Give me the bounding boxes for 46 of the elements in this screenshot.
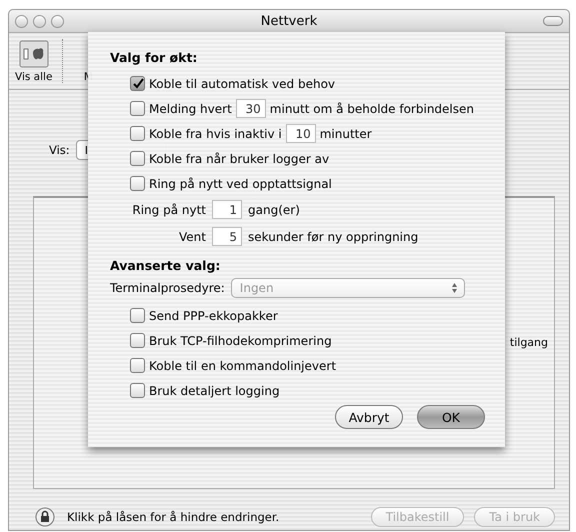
toolbar-button[interactable]: M bbox=[73, 40, 104, 83]
checkbox-label: Koble fra hvis inaktiv i bbox=[149, 126, 282, 140]
stepper-arrows-icon bbox=[450, 282, 458, 294]
window-control-icon[interactable] bbox=[51, 14, 64, 28]
checkbox-label: Koble til en kommandolinjevert bbox=[149, 358, 336, 372]
lock-icon[interactable] bbox=[35, 507, 55, 527]
checkbox-label: Koble fra når bruker logger av bbox=[149, 152, 330, 166]
field-label: Ring på nytt bbox=[131, 202, 206, 216]
checkbox[interactable] bbox=[130, 176, 145, 191]
checkbox-label: Koble til automatisk ved behov bbox=[149, 76, 336, 90]
checkbox-label: Ring på nytt ved opptattsignal bbox=[149, 176, 332, 190]
unit-label: gang(er) bbox=[248, 202, 300, 216]
checkbox[interactable] bbox=[130, 383, 145, 398]
unit-label: sekunder før ny oppringning bbox=[248, 230, 418, 244]
toolbar-button[interactable]: Vis alle bbox=[15, 40, 52, 83]
checkbox[interactable] bbox=[130, 101, 145, 116]
window-title: Nettverk bbox=[260, 14, 318, 28]
checkbox[interactable] bbox=[130, 126, 145, 141]
number-field[interactable]: 1 bbox=[212, 200, 242, 219]
field-label: Vent bbox=[178, 230, 206, 244]
lock-text: Klikk på låsen for å hindre endringer. bbox=[67, 510, 280, 524]
number-field[interactable]: 5 bbox=[212, 227, 242, 246]
unit-label: minutter bbox=[320, 126, 372, 140]
checkbox-label: Melding hvert bbox=[149, 102, 232, 116]
toolbar-toggle-icon[interactable] bbox=[543, 16, 563, 26]
checkbox-label: Send PPP-ekkopakker bbox=[149, 308, 278, 322]
checkbox[interactable] bbox=[130, 308, 145, 323]
section-heading: Valg for økt: bbox=[110, 50, 198, 65]
window-control-icon[interactable] bbox=[15, 14, 28, 28]
cancel-button[interactable]: Avbryt bbox=[335, 405, 403, 429]
checkbox[interactable] bbox=[130, 76, 145, 91]
checkbox[interactable] bbox=[130, 333, 145, 348]
window-control-icon[interactable] bbox=[33, 14, 46, 28]
checkbox-label: Bruk detaljert logging bbox=[149, 384, 280, 398]
apple-switch-icon bbox=[18, 40, 49, 68]
unit-label: minutt om å beholde forbindelsen bbox=[270, 102, 474, 116]
number-field[interactable]: 10 bbox=[286, 124, 316, 143]
checkbox-label: Bruk TCP-filhodekomprimering bbox=[149, 334, 332, 348]
ok-button[interactable]: OK bbox=[417, 405, 485, 429]
checkbox[interactable] bbox=[130, 151, 145, 166]
show-label: Vis: bbox=[49, 143, 70, 157]
checkbox[interactable] bbox=[130, 358, 145, 373]
panel-text: tilgang bbox=[510, 336, 548, 349]
section-heading: Avanserte valg: bbox=[110, 258, 222, 273]
field-label: Terminalprosedyre: bbox=[110, 281, 225, 295]
number-field[interactable]: 30 bbox=[236, 99, 266, 118]
